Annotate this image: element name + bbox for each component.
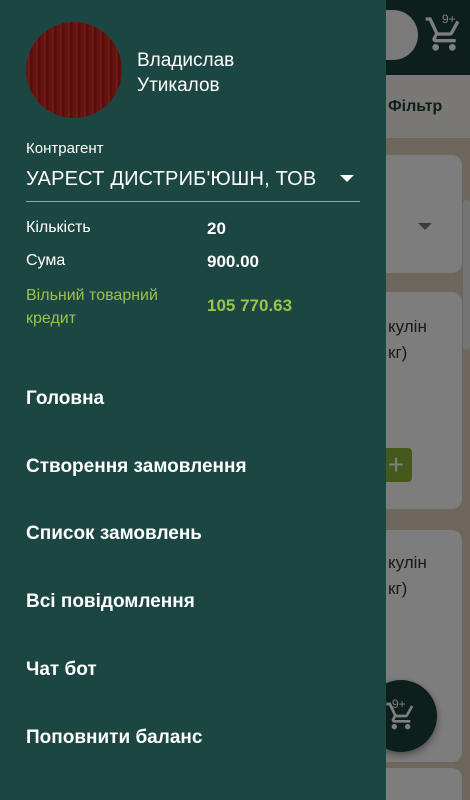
menu-item-chat-bot[interactable]: Чат бот [26,659,366,681]
contractor-label: Контрагент [26,140,104,157]
chevron-down-icon [340,175,354,182]
menu-item-create-order[interactable]: Створення замовлення [26,456,366,478]
avatar[interactable] [26,22,122,118]
menu-item-all-messages[interactable]: Всі повідомлення [26,591,366,613]
quantity-label: Кількість [26,219,91,236]
credit-value: 105 770.63 [207,296,293,315]
menu-item-top-up-balance[interactable]: Поповнити баланс [26,727,366,749]
user-last-name: Утикалов [137,75,220,96]
user-name: Владислав Утикалов [137,48,337,98]
contractor-value: УАРЕСТ ДИСТРИБ'ЮШН, ТОВ [26,168,317,190]
contractor-dropdown[interactable]: УАРЕСТ ДИСТРИБ'ЮШН, ТОВ [26,164,360,202]
sum-value: 900.00 [207,252,259,271]
credit-label: Вільний товарний кредит [26,287,158,327]
sum-label: Сума [26,252,66,269]
user-first-name: Владислав [137,50,235,71]
navigation-drawer: Владислав Утикалов Контрагент УАРЕСТ ДИС… [0,0,386,800]
quantity-value: 20 [207,219,226,238]
menu-item-home[interactable]: Головна [26,388,366,410]
menu-item-order-list[interactable]: Список замовлень [26,523,366,545]
